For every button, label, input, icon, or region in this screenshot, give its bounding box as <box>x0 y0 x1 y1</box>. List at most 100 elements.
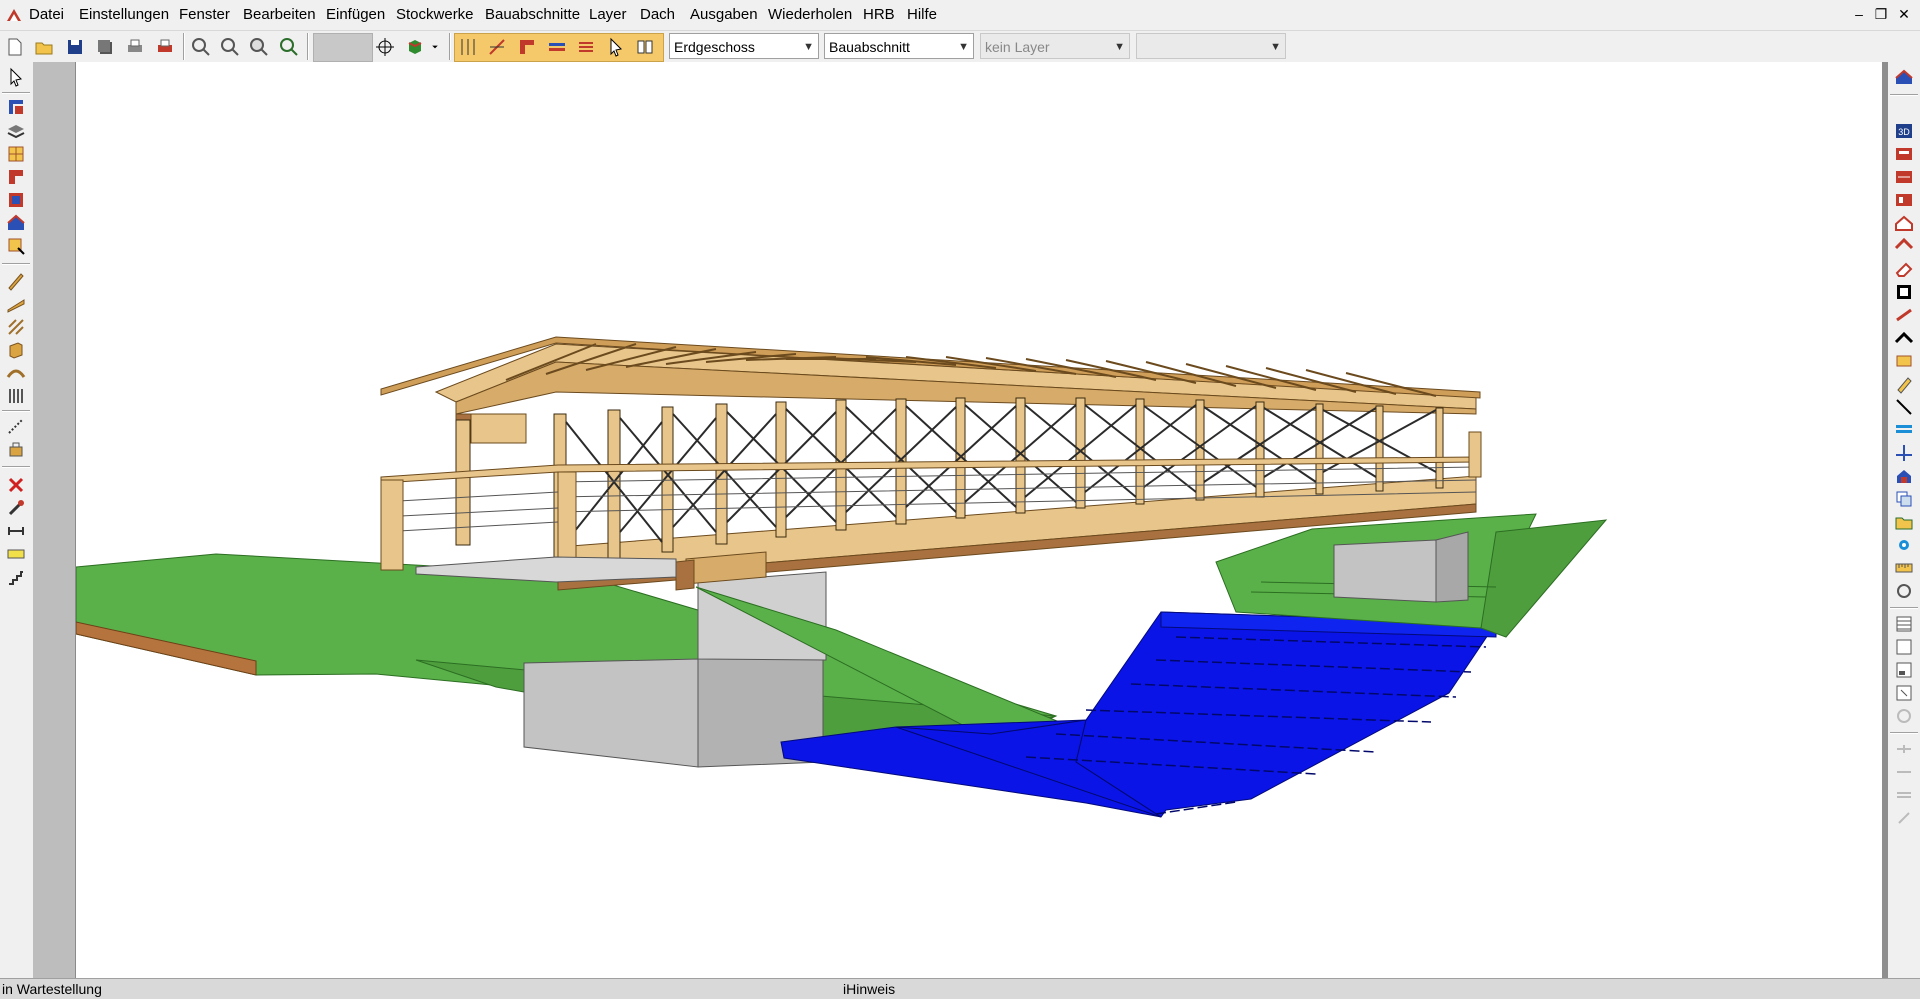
stairs-button[interactable] <box>3 565 29 589</box>
disabled-tool-2 <box>1891 760 1917 784</box>
extra-select[interactable]: ▼ <box>1136 33 1286 59</box>
menu-datei[interactable]: Datei <box>29 6 64 23</box>
print-button[interactable] <box>122 34 148 59</box>
save-button[interactable] <box>62 34 88 59</box>
house-view-icon <box>1895 69 1913 84</box>
print-preview-button[interactable] <box>152 34 178 59</box>
snap-tool-button[interactable] <box>484 34 510 59</box>
3d-viewport[interactable] <box>76 62 1882 978</box>
minimize-button[interactable]: – <box>1848 4 1870 24</box>
beam-button[interactable] <box>3 269 29 293</box>
3d-view-button[interactable] <box>402 34 428 59</box>
refresh-button[interactable] <box>1891 704 1917 728</box>
copy-button[interactable] <box>1891 487 1917 511</box>
move-view-button[interactable] <box>372 34 398 59</box>
book-tool-button[interactable] <box>632 34 658 59</box>
edit-icon <box>8 238 25 255</box>
menu-fenster[interactable]: Fenster <box>179 6 230 23</box>
new-file-button[interactable] <box>2 34 28 59</box>
dimension-button[interactable] <box>3 519 29 543</box>
window-button[interactable] <box>3 142 29 166</box>
settings-button[interactable] <box>1891 533 1917 557</box>
brace-button[interactable] <box>3 315 29 339</box>
menu-wiederholen[interactable]: Wiederholen <box>768 6 852 23</box>
layer-select[interactable]: kein Layer ▼ <box>980 33 1130 59</box>
stamp-icon <box>9 442 23 457</box>
layer-select-value: kein Layer <box>985 39 1050 55</box>
arc-button[interactable] <box>3 361 29 385</box>
menu-bearbeiten[interactable]: Bearbeiten <box>243 6 316 23</box>
menu-einfuegen[interactable]: Einfügen <box>326 6 385 23</box>
disabled-tool-icon <box>1897 792 1911 798</box>
railing-button[interactable] <box>3 384 29 408</box>
rafter-button[interactable] <box>3 292 29 316</box>
pointer-button[interactable] <box>3 65 29 89</box>
component-button[interactable] <box>1891 464 1917 488</box>
elevation-button[interactable] <box>1891 142 1917 166</box>
page-view-button[interactable] <box>1891 658 1917 682</box>
layer-tool-button[interactable] <box>544 34 570 59</box>
menu-bauabschnitte[interactable]: Bauabschnitte <box>485 6 580 23</box>
3d-button[interactable]: 3D <box>1891 119 1917 143</box>
wall-button[interactable] <box>3 95 29 119</box>
plan-button[interactable] <box>1891 188 1917 212</box>
toolbar-separator <box>2 466 30 468</box>
wall-tool-button[interactable] <box>514 34 540 59</box>
floor-select[interactable]: Erdgeschoss ▼ <box>669 33 819 59</box>
measure-button[interactable] <box>3 542 29 566</box>
roof-shape-button[interactable] <box>1891 326 1917 350</box>
ruler-button[interactable] <box>1891 556 1917 580</box>
save-as-button[interactable] <box>92 34 118 59</box>
line-button[interactable] <box>3 414 29 438</box>
pencil-button[interactable] <box>1891 372 1917 396</box>
axis-button[interactable] <box>1891 441 1917 465</box>
panel-button[interactable] <box>1891 349 1917 373</box>
delete-button[interactable] <box>3 473 29 497</box>
section-select[interactable]: Bauabschnitt ▼ <box>824 33 974 59</box>
chevron-down-icon: ▼ <box>1114 41 1125 53</box>
blank-view-button[interactable] <box>1891 635 1917 659</box>
house-view-button[interactable] <box>1891 65 1917 89</box>
edit-object-button[interactable] <box>3 234 29 258</box>
hatch-tool-button[interactable] <box>573 34 599 59</box>
list-view-button[interactable] <box>1891 612 1917 636</box>
roof-view-button[interactable] <box>1891 234 1917 258</box>
line-tool-button[interactable] <box>1891 395 1917 419</box>
rotate-button[interactable] <box>1891 579 1917 603</box>
section-view-button[interactable] <box>1891 165 1917 189</box>
menu-hrb[interactable]: HRB <box>863 6 895 23</box>
zoom-in-button[interactable] <box>188 34 214 59</box>
object-button[interactable] <box>3 188 29 212</box>
house-button[interactable] <box>3 211 29 235</box>
menu-einstellungen[interactable]: Einstellungen <box>79 6 169 23</box>
open-button[interactable] <box>31 34 57 59</box>
close-button[interactable]: ✕ <box>1893 4 1915 24</box>
house-icon <box>7 214 25 230</box>
zoom-window-button[interactable] <box>276 34 302 59</box>
floor-button[interactable] <box>3 119 29 143</box>
menu-layer[interactable]: Layer <box>589 6 627 23</box>
restore-button[interactable]: ❐ <box>1870 4 1892 24</box>
3d-view-dropdown[interactable] <box>428 34 442 59</box>
left-toolbar <box>0 62 32 978</box>
status-bar: in Wartestellung iHinweis <box>0 978 1920 999</box>
cut-view-button[interactable] <box>1891 257 1917 281</box>
zoom-out-button[interactable] <box>217 34 243 59</box>
folder-open-button[interactable] <box>1891 510 1917 534</box>
menu-ausgaben[interactable]: Ausgaben <box>690 6 758 23</box>
select-tool-button[interactable] <box>603 34 629 59</box>
text-button[interactable] <box>3 437 29 461</box>
section-cut-button[interactable] <box>1891 303 1917 327</box>
house-outline-button[interactable] <box>1891 211 1917 235</box>
column-button[interactable] <box>3 338 29 362</box>
window-view-button[interactable] <box>1891 280 1917 304</box>
zoom-all-button[interactable] <box>246 34 272 59</box>
menu-stockwerke[interactable]: Stockwerke <box>396 6 474 23</box>
room-button[interactable] <box>3 165 29 189</box>
tools-button[interactable] <box>3 496 29 520</box>
menu-dach[interactable]: Dach <box>640 6 675 23</box>
menu-hilfe[interactable]: Hilfe <box>907 6 937 23</box>
grid-tool-button[interactable] <box>455 34 481 59</box>
layer-view-button[interactable] <box>1891 418 1917 442</box>
export-view-button[interactable] <box>1891 681 1917 705</box>
